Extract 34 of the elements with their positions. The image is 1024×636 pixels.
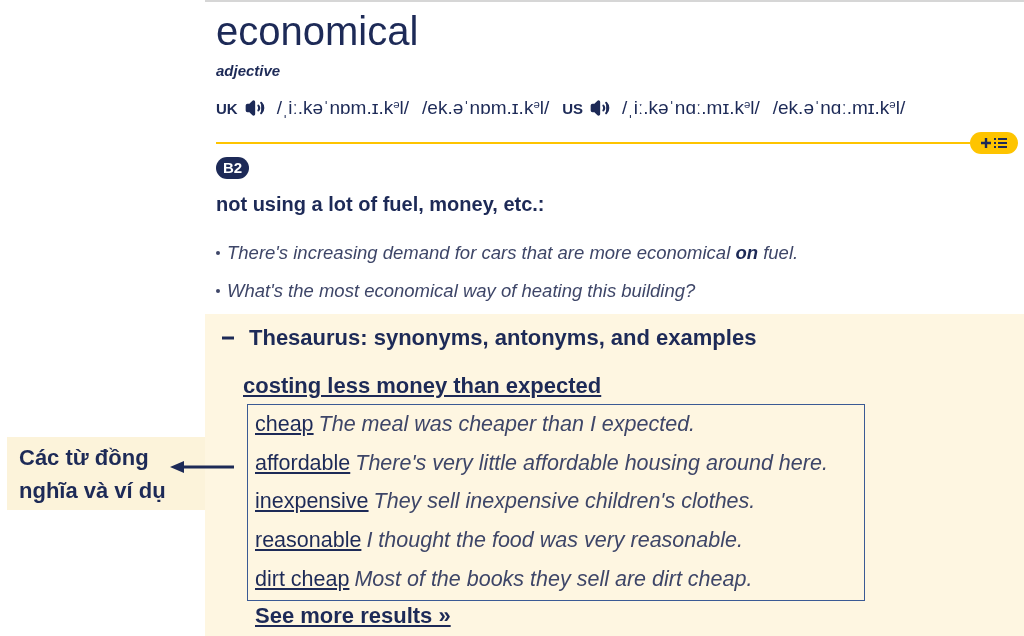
plus-icon <box>981 138 991 148</box>
see-more-link[interactable]: See more results » <box>255 602 451 629</box>
part-of-speech: adjective <box>216 63 281 79</box>
definition-text: not using a lot of fuel, money, etc.: <box>216 193 545 215</box>
level-badge: B2 <box>216 157 250 179</box>
speaker-icon[interactable] <box>590 98 611 118</box>
thesaurus-title: Thesaurus: synonyms, antonyms, and examples <box>249 325 757 351</box>
example-sentence: What's the most economical way of heating this building? <box>227 280 696 302</box>
arrow-icon <box>170 461 234 473</box>
meaning-link[interactable]: costing less money than expected <box>243 373 602 399</box>
synonym-link[interactable]: inexpensive <box>255 488 369 515</box>
speaker-icon[interactable] <box>244 98 265 118</box>
list-icon <box>994 138 1007 148</box>
pronunciation-text: /ek.əˈnɒm.ɪ.k$^{ə}$l/ <box>422 97 550 119</box>
callout-text: Các từ đồng nghĩa và ví dụ <box>19 444 167 505</box>
bullet-icon <box>216 251 220 255</box>
synonym-link[interactable]: reasonable <box>255 527 362 554</box>
pronunciation-text: /ek.əˈnɑː.mɪ.k$^{ə}$l/ <box>772 97 906 119</box>
pronunciation-text: /ˌiː.kəˈnɑː.mɪ.k$^{ə}$l/ <box>622 97 760 119</box>
example-sentence: They sell inexpensive children's clothes. <box>373 488 756 515</box>
example-sentence: The meal was cheaper than I expected. <box>318 411 696 438</box>
add-to-list-button[interactable] <box>970 132 1018 154</box>
bullet-icon <box>216 289 220 293</box>
headword: economical <box>216 9 419 53</box>
region-label: US <box>562 99 584 117</box>
example-sentence: There's very little affordable housing around here. <box>355 449 828 476</box>
region-label: UK <box>216 99 238 117</box>
synonym-link[interactable]: dirt cheap <box>255 565 350 592</box>
example-sentence: I thought the food was very reasonable. <box>366 527 743 554</box>
example-sentence: Most of the books they sell are dirt cheap. <box>354 565 753 592</box>
synonym-link[interactable]: affordable <box>255 449 351 476</box>
pronunciation-text: /ˌiː.kəˈnɒm.ɪ.k$^{ə}$l/ <box>276 97 410 119</box>
synonym-link[interactable]: cheap <box>255 411 314 438</box>
example-sentence: There's increasing demand for cars that are more economical on fuel. <box>227 242 799 264</box>
